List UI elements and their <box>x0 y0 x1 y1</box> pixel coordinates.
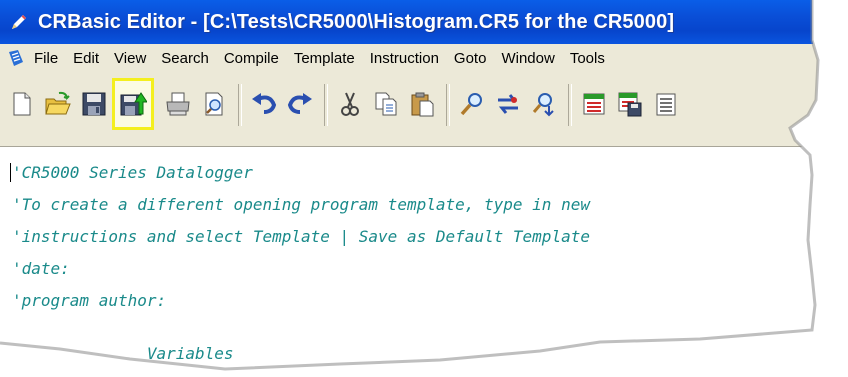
more-icon <box>656 93 676 116</box>
menu-tools[interactable]: Tools <box>570 50 605 67</box>
toolbar-separator <box>568 84 572 126</box>
table-icon <box>583 93 605 115</box>
toolbar-separator <box>324 84 328 126</box>
menu-instruction[interactable]: Instruction <box>370 50 439 67</box>
undo-button[interactable] <box>246 82 282 126</box>
find-next-icon <box>532 93 554 117</box>
copy-icon <box>375 92 397 116</box>
open-file-button[interactable] <box>40 82 76 126</box>
cut-icon <box>341 92 359 116</box>
new-file-button[interactable] <box>4 82 40 126</box>
find-next-button[interactable] <box>526 82 562 126</box>
menu-edit[interactable]: Edit <box>73 50 99 67</box>
paste-icon <box>411 92 434 117</box>
find-button[interactable] <box>454 82 490 126</box>
menu-template[interactable]: Template <box>294 50 355 67</box>
compile-save-icon <box>120 92 147 116</box>
title-bar[interactable]: CRBasic Editor - [C:\Tests\CR5000\Histog… <box>0 0 818 44</box>
text-caret <box>10 163 11 182</box>
table-save-icon <box>618 92 642 117</box>
print-icon <box>166 92 190 116</box>
code-line[interactable]: 'instructions and select Template | Save… <box>12 227 590 246</box>
new-icon <box>13 92 31 116</box>
code-line[interactable]: 'CR5000 Series Datalogger <box>12 163 253 182</box>
redo-button[interactable] <box>282 82 318 126</box>
cut-button[interactable] <box>332 82 368 126</box>
toolbar <box>0 72 818 147</box>
table-save-button[interactable] <box>612 82 648 126</box>
code-line[interactable]: 'program author: <box>12 291 166 310</box>
replace-icon <box>498 94 518 114</box>
menu-compile[interactable]: Compile <box>224 50 279 67</box>
toolbar-separator <box>238 84 242 126</box>
pencil-icon <box>8 11 30 33</box>
document-icon[interactable] <box>6 48 26 68</box>
print-preview-button[interactable] <box>196 82 232 126</box>
code-line[interactable]: 'date: <box>12 259 70 278</box>
replace-button[interactable] <box>490 82 526 126</box>
menu-file[interactable]: File <box>34 50 58 67</box>
redo-icon <box>287 93 312 114</box>
save-button[interactable] <box>76 82 112 126</box>
code-line[interactable]: 'To create a different opening program t… <box>12 195 590 214</box>
find-icon <box>460 93 482 116</box>
compile-save-button[interactable] <box>112 78 154 130</box>
toolbar-separator <box>446 84 450 126</box>
print-button[interactable] <box>160 82 196 126</box>
table-button[interactable] <box>576 82 612 126</box>
menu-goto[interactable]: Goto <box>454 50 487 67</box>
save-icon <box>82 92 106 116</box>
menu-bar: File Edit View Search Compile Template I… <box>0 44 818 73</box>
code-editor[interactable]: 'CR5000 Series Datalogger 'To create a d… <box>0 147 818 369</box>
copy-button[interactable] <box>368 82 404 126</box>
screenshot-stage: CRBasic Editor - [C:\Tests\CR5000\Histog… <box>0 0 848 377</box>
editor-window: CRBasic Editor - [C:\Tests\CR5000\Histog… <box>0 0 818 369</box>
print-preview-icon <box>205 92 223 116</box>
paste-button[interactable] <box>404 82 440 126</box>
open-icon <box>45 91 71 115</box>
menu-view[interactable]: View <box>114 50 146 67</box>
more-button[interactable] <box>648 82 684 126</box>
menu-search[interactable]: Search <box>161 50 209 67</box>
undo-icon <box>252 93 277 114</box>
window-title: CRBasic Editor - [C:\Tests\CR5000\Histog… <box>38 10 675 33</box>
menu-window[interactable]: Window <box>501 50 554 67</box>
code-line[interactable]: Variables <box>12 344 234 363</box>
